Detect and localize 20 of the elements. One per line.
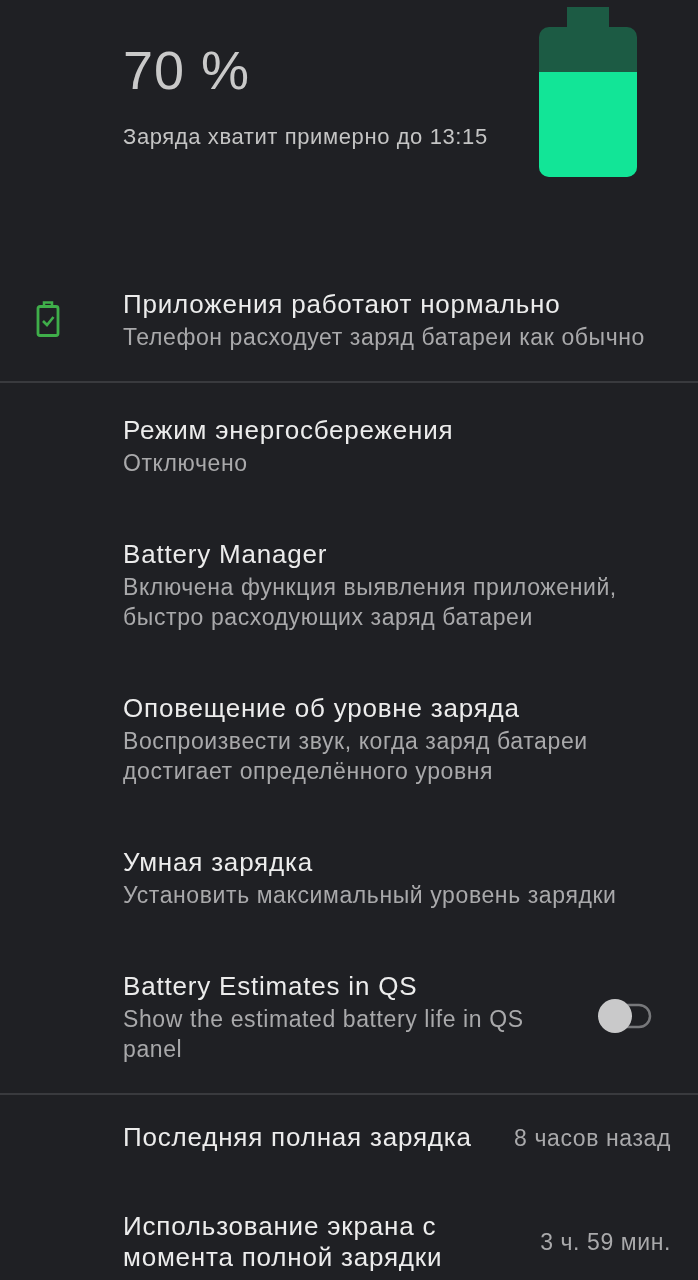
setting-subtitle: Отключено xyxy=(123,449,248,478)
battery-check-icon xyxy=(36,301,60,337)
setting-title[interactable]: Battery Estimates in QS xyxy=(123,968,418,1004)
setting-title[interactable]: Режим энергосбережения xyxy=(123,412,454,448)
status-subtitle: Телефон расходует заряд батареи как обычно xyxy=(123,323,645,352)
usage-value: 3 ч. 59 мин. xyxy=(540,1228,671,1257)
status-title: Приложения работают нормально xyxy=(123,288,561,321)
usage-title[interactable]: Последняя полная зарядка xyxy=(123,1122,472,1153)
setting-title[interactable]: Оповещение об уровне заряда xyxy=(123,690,520,726)
usage-value: 8 часов назад xyxy=(514,1123,671,1153)
toggle-switch[interactable] xyxy=(598,999,652,1033)
battery-percent: 70 % xyxy=(123,40,251,100)
battery-estimate: Заряда хватит примерно до 13:15 xyxy=(123,123,488,151)
setting-subtitle: Show the estimated battery life in QS panel xyxy=(123,1005,525,1064)
setting-subtitle: Установить максимальный уровень зарядки xyxy=(123,881,617,910)
setting-subtitle: Воспроизвести звук, когда заряд батареи достигает определённого уровня xyxy=(123,727,589,786)
setting-subtitle: Включена функция выявления приложений, быстро расходующих заряд батареи xyxy=(123,573,618,632)
setting-title[interactable]: Умная зарядка xyxy=(123,844,313,880)
usage-title[interactable]: Использование экрана с момента полной зарядки xyxy=(123,1211,508,1273)
setting-title[interactable]: Battery Manager xyxy=(123,536,328,572)
